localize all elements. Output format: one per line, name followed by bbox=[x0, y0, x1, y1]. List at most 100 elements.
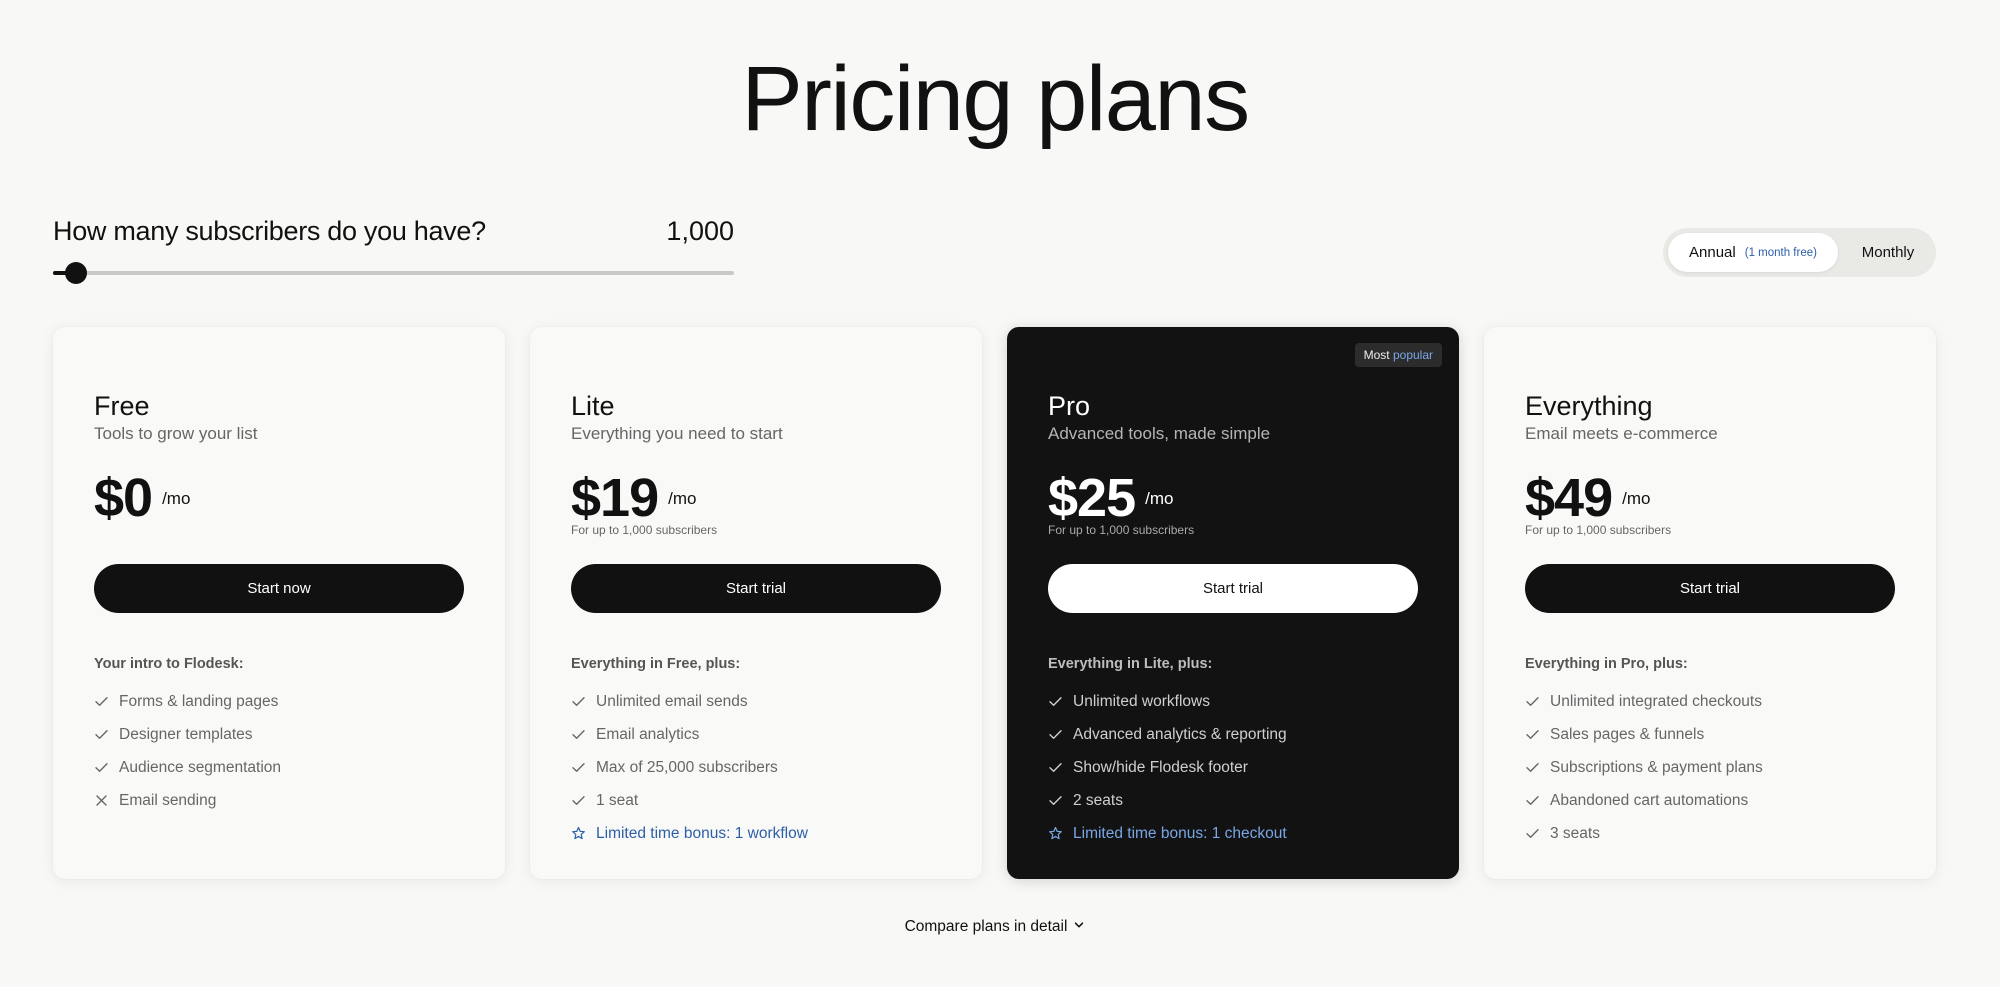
check-icon bbox=[1048, 760, 1063, 775]
feature-list: Unlimited email sends Email analytics Max … bbox=[571, 685, 808, 850]
feature-text: 3 seats bbox=[1550, 824, 1600, 842]
plan-card-pro: Most popular Pro Advanced tools, made si… bbox=[1007, 327, 1459, 879]
plan-name: Pro bbox=[1048, 391, 1091, 421]
price-period: /mo bbox=[1145, 489, 1174, 508]
feature-item: Forms & landing pages bbox=[94, 685, 281, 718]
annual-label: Annual bbox=[1689, 244, 1736, 261]
feature-item: Unlimited integrated checkouts bbox=[1525, 685, 1763, 718]
star-icon bbox=[1048, 826, 1063, 841]
plan-card-everything: Everything Email meets e-commerce $49 /m… bbox=[1484, 327, 1936, 879]
plan-tagline: Everything you need to start bbox=[571, 424, 783, 443]
feature-item: Audience segmentation bbox=[94, 751, 281, 784]
compare-plans-label: Compare plans in detail bbox=[904, 918, 1068, 935]
feature-text: Forms & landing pages bbox=[119, 692, 279, 710]
check-icon bbox=[1048, 793, 1063, 808]
plan-card-free: Free Tools to grow your list $0 /mo Star… bbox=[53, 327, 505, 879]
feature-text: Show/hide Flodesk footer bbox=[1073, 758, 1248, 776]
feature-text: Email analytics bbox=[596, 725, 700, 743]
features-heading: Everything in Lite, plus: bbox=[1048, 656, 1213, 672]
check-icon bbox=[571, 793, 586, 808]
feature-text: 1 seat bbox=[596, 791, 639, 809]
feature-text: Unlimited email sends bbox=[596, 692, 748, 710]
price-row: $0 /mo bbox=[94, 463, 190, 533]
check-icon bbox=[571, 694, 586, 709]
feature-item: 2 seats bbox=[1048, 784, 1287, 817]
feature-item: Max of 25,000 subscribers bbox=[571, 751, 808, 784]
billing-annual-option[interactable]: Annual (1 month free) bbox=[1668, 233, 1838, 272]
start-trial-button[interactable]: Start trial bbox=[1525, 564, 1895, 613]
feature-text: Audience segmentation bbox=[119, 758, 282, 776]
features-heading: Everything in Free, plus: bbox=[571, 656, 741, 672]
feature-item: Email analytics bbox=[571, 718, 808, 751]
feature-list: Unlimited workflows Advanced analytics & … bbox=[1048, 685, 1287, 850]
x-icon bbox=[94, 793, 109, 808]
feature-text: Unlimited workflows bbox=[1073, 692, 1210, 710]
feature-text: Limited time bonus: 1 workflow bbox=[596, 824, 808, 842]
feature-item: Unlimited workflows bbox=[1048, 685, 1287, 718]
features-heading: Your intro to Flodesk: bbox=[94, 656, 244, 672]
feature-text: 2 seats bbox=[1073, 791, 1123, 809]
check-icon bbox=[1525, 694, 1540, 709]
feature-text: Designer templates bbox=[119, 725, 253, 743]
start-trial-button[interactable]: Start trial bbox=[1048, 564, 1418, 613]
features-heading: Everything in Pro, plus: bbox=[1525, 656, 1688, 672]
check-icon bbox=[94, 727, 109, 742]
plan-subscriber-note: For up to 1,000 subscribers bbox=[1048, 523, 1195, 537]
check-icon bbox=[1525, 760, 1540, 775]
subscriber-question: How many subscribers do you have? bbox=[53, 216, 486, 246]
feature-text: Sales pages & funnels bbox=[1550, 725, 1705, 743]
check-icon bbox=[1048, 727, 1063, 742]
feature-text: Email sending bbox=[119, 791, 217, 809]
plan-subscriber-note: For up to 1,000 subscribers bbox=[571, 523, 718, 537]
price-period: /mo bbox=[1622, 489, 1651, 508]
plan-tagline: Tools to grow your list bbox=[94, 424, 258, 443]
start-trial-button[interactable]: Start trial bbox=[571, 564, 941, 613]
feature-item: 1 seat bbox=[571, 784, 808, 817]
feature-item: Limited time bonus: 1 checkout bbox=[1048, 817, 1287, 850]
billing-toggle: Annual (1 month free) Monthly bbox=[1663, 228, 1936, 277]
plan-price: $0 bbox=[94, 468, 153, 528]
chevron-down-icon bbox=[1073, 918, 1085, 936]
pricing-page: Pricing plans How many subscribers do yo… bbox=[0, 0, 2000, 987]
feature-list: Unlimited integrated checkouts Sales page… bbox=[1525, 685, 1763, 850]
plan-name: Free bbox=[94, 391, 150, 421]
check-icon bbox=[1525, 793, 1540, 808]
feature-text: Limited time bonus: 1 checkout bbox=[1073, 824, 1287, 842]
feature-item: 3 seats bbox=[1525, 817, 1763, 850]
billing-monthly-option[interactable]: Monthly bbox=[1845, 233, 1931, 272]
plan-tagline: Email meets e-commerce bbox=[1525, 424, 1718, 443]
feature-item: Abandoned cart automations bbox=[1525, 784, 1763, 817]
check-icon bbox=[571, 727, 586, 742]
subscriber-count: 1,000 bbox=[666, 216, 734, 246]
price-period: /mo bbox=[162, 489, 191, 508]
check-icon bbox=[94, 694, 109, 709]
plan-subscriber-note: For up to 1,000 subscribers bbox=[1525, 523, 1672, 537]
check-icon bbox=[1525, 826, 1540, 841]
star-icon bbox=[571, 826, 586, 841]
subscriber-slider-track[interactable] bbox=[53, 271, 734, 275]
check-icon bbox=[1525, 727, 1540, 742]
feature-text: Subscriptions & payment plans bbox=[1550, 758, 1763, 776]
feature-text: Advanced analytics & reporting bbox=[1073, 725, 1287, 743]
page-title: Pricing plans bbox=[741, 48, 1250, 150]
feature-item: Unlimited email sends bbox=[571, 685, 808, 718]
feature-item: Subscriptions & payment plans bbox=[1525, 751, 1763, 784]
feature-item: Email sending bbox=[94, 784, 281, 817]
plan-name: Everything bbox=[1525, 391, 1653, 421]
feature-text: Unlimited integrated checkouts bbox=[1550, 692, 1762, 710]
subscriber-slider-thumb[interactable] bbox=[65, 262, 87, 284]
plan-card-lite: Lite Everything you need to start $19 /m… bbox=[530, 327, 982, 879]
plan-tagline: Advanced tools, made simple bbox=[1048, 424, 1271, 443]
feature-item: Show/hide Flodesk footer bbox=[1048, 751, 1287, 784]
plan-name: Lite bbox=[571, 391, 615, 421]
check-icon bbox=[571, 760, 586, 775]
price-period: /mo bbox=[668, 489, 697, 508]
start-now-button[interactable]: Start now bbox=[94, 564, 464, 613]
feature-item: Designer templates bbox=[94, 718, 281, 751]
feature-item: Sales pages & funnels bbox=[1525, 718, 1763, 751]
compare-plans-link[interactable]: Compare plans in detail bbox=[0, 918, 1990, 936]
feature-text: Abandoned cart automations bbox=[1550, 791, 1749, 809]
feature-item: Limited time bonus: 1 workflow bbox=[571, 817, 808, 850]
check-icon bbox=[1048, 694, 1063, 709]
annual-discount-note: (1 month free) bbox=[1744, 246, 1817, 259]
